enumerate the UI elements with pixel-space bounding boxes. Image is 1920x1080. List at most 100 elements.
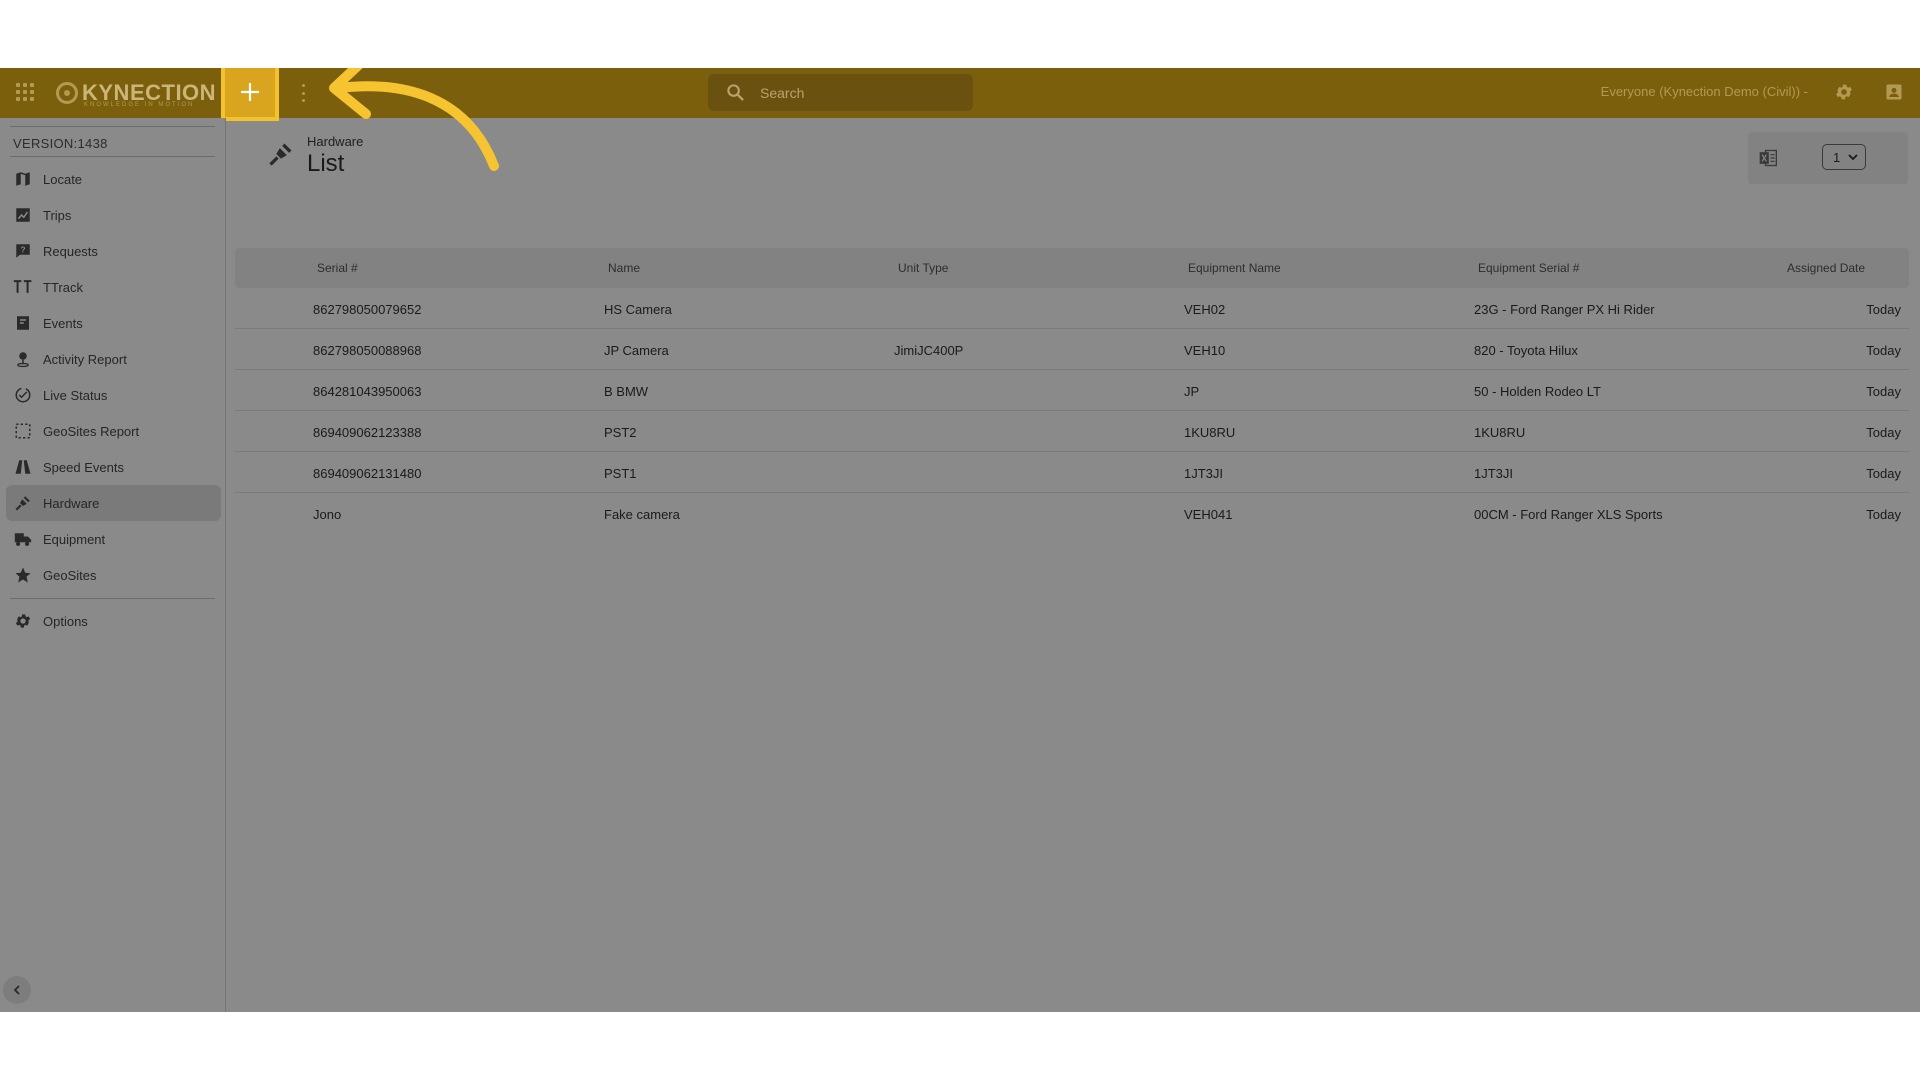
- sidebar-item-equipment[interactable]: Equipment: [6, 521, 221, 557]
- sidebar-item-hardware[interactable]: Hardware: [6, 485, 221, 521]
- ttrack-icon: [13, 277, 33, 297]
- sidebar-item-ttrack[interactable]: TTrack: [6, 269, 221, 305]
- cell-equipment-name: VEH02: [1184, 302, 1226, 317]
- cell-serial: 864281043950063: [313, 384, 422, 399]
- cell-equipment-name: JP: [1184, 384, 1200, 399]
- account-icon[interactable]: [1884, 82, 1904, 102]
- cell-equipment-serial: 00CM - Ford Ranger XLS Sports: [1474, 507, 1663, 522]
- sidebar-item-label: Live Status: [43, 387, 108, 403]
- collapse-sidebar-button[interactable]: [3, 976, 31, 1004]
- table-row[interactable]: 869409062123388 PST2 1KU8RU 1KU8RU Today: [235, 411, 1909, 452]
- cell-assigned-date: Today: [1866, 425, 1901, 440]
- cell-assigned-date: Today: [1866, 507, 1901, 522]
- cell-assigned-date: Today: [1866, 384, 1901, 399]
- cell-equipment-name: 1JT3JI: [1184, 466, 1224, 481]
- gear-icon: [13, 611, 33, 631]
- search-input[interactable]: [760, 74, 960, 111]
- cell-equipment-name: VEH041: [1184, 507, 1233, 522]
- divider: [10, 598, 215, 599]
- search-icon: [727, 84, 744, 101]
- list-toolbar: 1: [1748, 132, 1908, 184]
- check-circle-icon: [13, 385, 33, 405]
- truck-icon: [13, 529, 33, 549]
- events-icon: [13, 313, 33, 333]
- app-logo[interactable]: KYNECTION KNOWLEDGE IN MOTION: [56, 78, 216, 108]
- sidebar-item-label: Locate: [43, 171, 83, 187]
- trips-icon: [13, 205, 33, 225]
- cell-serial: 862798050079652: [313, 302, 422, 317]
- table-row[interactable]: 869409062131480 PST1 1JT3JI 1JT3JI Today: [235, 452, 1909, 493]
- app-window: KYNECTION KNOWLEDGE IN MOTION Everyone (…: [0, 68, 1920, 1012]
- column-header-equipment-name[interactable]: Equipment Name: [1188, 261, 1281, 275]
- excel-export-icon[interactable]: [1758, 148, 1778, 168]
- column-header-name[interactable]: Name: [608, 261, 640, 275]
- cell-name: Fake camera: [604, 507, 680, 522]
- plug-icon: [269, 143, 292, 166]
- sidebar-item-activity-report[interactable]: Activity Report: [6, 341, 221, 377]
- cell-equipment-serial: 820 - Toyota Hilux: [1474, 343, 1578, 358]
- app-grid-icon[interactable]: [16, 83, 34, 101]
- cell-serial: Jono: [313, 507, 342, 522]
- more-menu-icon[interactable]: [300, 84, 306, 102]
- sidebar-item-trips[interactable]: Trips: [6, 197, 221, 233]
- sidebar-item-options[interactable]: Options: [6, 603, 221, 639]
- table-row[interactable]: Jono Fake camera VEH041 00CM - Ford Rang…: [235, 493, 1909, 534]
- group-selector[interactable]: Everyone (Kynection Demo (Civil)) -: [1601, 84, 1808, 99]
- sidebar-item-locate[interactable]: Locate: [6, 161, 221, 197]
- hardware-table: Serial # Name Unit Type Equipment Name E…: [235, 248, 1909, 534]
- cell-name: PST2: [604, 425, 637, 440]
- sidebar-item-requests[interactable]: ? Requests: [6, 233, 221, 269]
- sidebar-item-label: Speed Events: [43, 459, 124, 475]
- table-header: Serial # Name Unit Type Equipment Name E…: [235, 248, 1909, 288]
- search-box[interactable]: [708, 74, 973, 111]
- cell-serial: 869409062131480: [313, 466, 422, 481]
- sidebar-item-label: Trips: [43, 207, 72, 223]
- dashed-square-icon: [13, 421, 33, 441]
- cell-serial: 862798050088968: [313, 343, 422, 358]
- logo-tagline: KNOWLEDGE IN MOTION: [84, 102, 195, 108]
- sidebar-item-geosites[interactable]: GeoSites: [6, 557, 221, 593]
- sidebar: VERSION:1438 Locate Trips ? Requests TTr…: [0, 118, 226, 1012]
- map-icon: [13, 169, 33, 189]
- sidebar-item-label: TTrack: [43, 279, 83, 295]
- svg-text:?: ?: [20, 246, 25, 255]
- sidebar-item-label: GeoSites Report: [43, 423, 140, 439]
- cell-unit-type: JimiJC400P: [894, 343, 964, 358]
- cell-equipment-name: 1KU8RU: [1184, 425, 1236, 440]
- sidebar-item-label: GeoSites: [43, 567, 97, 583]
- page-select[interactable]: 1: [1822, 144, 1866, 170]
- cell-equipment-serial: 50 - Holden Rodeo LT: [1474, 384, 1601, 399]
- logo-text: KYNECTION: [82, 80, 217, 105]
- sidebar-item-speed-events[interactable]: Speed Events: [6, 449, 221, 485]
- add-button[interactable]: [221, 68, 279, 121]
- person-pin-icon: [13, 349, 33, 369]
- divider: [10, 126, 215, 127]
- sidebar-item-label: Events: [43, 315, 83, 331]
- page-select-value: 1: [1833, 149, 1841, 165]
- sidebar-item-label: Requests: [43, 243, 98, 259]
- cell-name: JP Camera: [604, 343, 669, 358]
- table-row[interactable]: 862798050079652 HS Camera VEH02 23G - Fo…: [235, 288, 1909, 329]
- column-header-assigned-date[interactable]: Assigned Date: [1787, 261, 1865, 275]
- column-header-equipment-serial[interactable]: Equipment Serial #: [1478, 261, 1579, 275]
- column-header-serial[interactable]: Serial #: [317, 261, 358, 275]
- tutorial-arrow-icon: [329, 68, 499, 171]
- sidebar-item-events[interactable]: Events: [6, 305, 221, 341]
- star-icon: [13, 565, 33, 585]
- cell-equipment-serial: 1JT3JI: [1474, 466, 1514, 481]
- cell-name: HS Camera: [604, 302, 672, 317]
- table-row[interactable]: 862798050088968 JP Camera JimiJC400P VEH…: [235, 329, 1909, 370]
- column-header-unit-type[interactable]: Unit Type: [898, 261, 948, 275]
- sidebar-item-label: Activity Report: [43, 351, 127, 367]
- gear-icon[interactable]: [1834, 82, 1854, 102]
- cell-assigned-date: Today: [1866, 343, 1901, 358]
- cell-name: PST1: [604, 466, 637, 481]
- table-row[interactable]: 864281043950063 B BMW JP 50 - Holden Rod…: [235, 370, 1909, 411]
- sidebar-item-label: Equipment: [43, 531, 106, 547]
- cell-equipment-serial: 23G - Ford Ranger PX Hi Rider: [1474, 302, 1655, 317]
- sidebar-item-geosites-report[interactable]: GeoSites Report: [6, 413, 221, 449]
- sidebar-item-live-status[interactable]: Live Status: [6, 377, 221, 413]
- version-label: VERSION:1438: [13, 136, 108, 151]
- cell-name: B BMW: [604, 384, 649, 399]
- chevron-down-icon: [1848, 154, 1858, 161]
